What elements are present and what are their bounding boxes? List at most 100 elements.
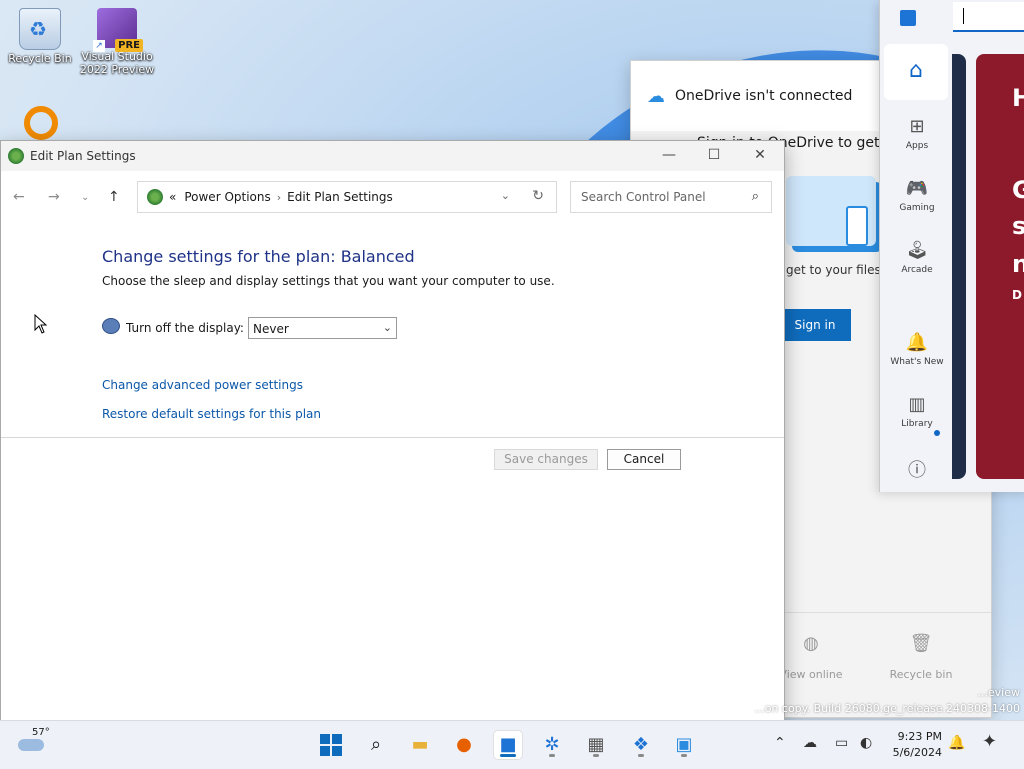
nav-library[interactable]: ▥ Library (884, 394, 950, 429)
shortcut-arrow-icon: ↗ (93, 40, 105, 52)
nav-label: What's New (890, 357, 944, 367)
back-button[interactable]: ← (13, 189, 25, 205)
close-button[interactable]: ✕ (737, 141, 783, 171)
breadcrumb-edit-plan-settings[interactable]: Edit Plan Settings (287, 190, 393, 204)
maximize-button[interactable]: ☐ (691, 141, 737, 171)
folder-icon: ▬ (411, 734, 429, 755)
nav-arcade[interactable]: 🕹 Arcade (884, 240, 950, 275)
window-title: Edit Plan Settings (30, 149, 136, 163)
notification-bell-icon[interactable]: 🔔 (948, 735, 965, 751)
address-bar[interactable]: « Power Options › Edit Plan Settings ⌄ ↻ (137, 181, 557, 213)
minimize-button[interactable]: — (646, 141, 692, 171)
calculator-button[interactable]: ▦ (582, 731, 610, 759)
search-box[interactable]: ⌕ (570, 181, 772, 213)
trash-icon: 🗑 (909, 633, 933, 654)
show-hidden-icons-button[interactable]: ⌃ (774, 735, 786, 751)
edit-plan-settings-window: Edit Plan Settings — ☐ ✕ ← → ⌄ ↑ « Power… (0, 140, 785, 722)
hero-text: G (1012, 176, 1024, 204)
advanced-power-settings-link[interactable]: Change advanced power settings (102, 378, 303, 392)
refresh-icon[interactable]: ↻ (532, 188, 544, 204)
chevron-down-icon: ⌄ (382, 321, 392, 334)
start-button[interactable] (317, 731, 345, 759)
search-button[interactable]: ⌕ (362, 731, 390, 759)
watermark-line-2: ...on copy. Build 26080.ge_release.24030… (754, 702, 1020, 715)
volume-icon[interactable]: ◐ (860, 735, 872, 751)
app-taskbar-button[interactable]: ✲ (538, 731, 566, 759)
search-icon: ⌕ (370, 734, 382, 755)
windows-logo-icon (320, 734, 342, 756)
store-hero-card[interactable]: H G s n D (976, 54, 1024, 479)
library-update-dot (934, 430, 940, 436)
gamepad-icon: 🎮 (905, 178, 929, 199)
sign-in-button[interactable]: Sign in (779, 309, 851, 341)
desktop-icon-label: Recycle Bin (8, 52, 72, 65)
display-timeout-value: Never (253, 322, 289, 336)
breadcrumb-power-options[interactable]: Power Options (184, 190, 270, 204)
store-taskbar-button[interactable]: ■ (494, 731, 522, 759)
search-input[interactable] (579, 182, 743, 212)
weather-temperature: 57° (32, 727, 50, 738)
cloud-icon (18, 739, 44, 751)
puzzle-icon: ✲ (544, 734, 560, 755)
pre-badge: PRE (115, 39, 143, 52)
calculator-icon: ▦ (587, 734, 605, 755)
cancel-button[interactable]: Cancel (607, 449, 681, 470)
nav-apps[interactable]: ⊞ Apps (884, 116, 950, 151)
clock-time: 9:23 PM (897, 730, 942, 743)
recycle-bin-label: Recycle bin (889, 668, 953, 681)
breadcrumb-overflow[interactable]: « (169, 190, 176, 204)
help-button[interactable]: ⓘ (884, 456, 950, 486)
store-logo-icon (900, 10, 916, 26)
home-icon: ⌂ (909, 58, 923, 83)
nav-gaming[interactable]: 🎮 Gaming (884, 178, 950, 213)
control-panel-button[interactable]: ▣ (670, 731, 698, 759)
copilot-icon[interactable]: ✦ (982, 731, 997, 752)
library-icon: ▥ (908, 394, 926, 415)
store-search-input[interactable] (953, 2, 1024, 32)
running-indicator (681, 754, 687, 757)
nav-home[interactable]: ⌂ (884, 44, 948, 100)
weather-widget[interactable]: 57° (18, 727, 50, 761)
title-bar[interactable]: Edit Plan Settings — ☐ ✕ (1, 141, 784, 171)
running-indicator (638, 754, 644, 757)
active-indicator (500, 754, 516, 757)
display-timeout-label: Turn off the display: (126, 321, 244, 335)
nav-label: Gaming (899, 203, 935, 213)
store-icon: ■ (499, 734, 517, 755)
breadcrumb-separator-icon: › (276, 190, 282, 204)
up-button[interactable]: ↑ (108, 189, 120, 205)
restore-defaults-link[interactable]: Restore default settings for this plan (102, 407, 321, 421)
recycle-bin-button[interactable]: 🗑 Recycle bin (871, 633, 971, 681)
desktop-icon-label: Visual Studio 2022 Preview (79, 50, 155, 76)
chevron-down-icon[interactable]: ⌄ (501, 189, 510, 202)
help-icon: ⓘ (908, 460, 926, 481)
app-icon-orange[interactable] (24, 106, 58, 140)
nav-label: Arcade (901, 265, 933, 275)
page-description: Choose the sleep and display settings th… (102, 274, 555, 288)
firefox-button[interactable]: ● (450, 731, 478, 759)
hero-text: D (1012, 288, 1022, 302)
nav-label: Library (901, 419, 933, 429)
bell-icon: 🔔 (905, 332, 929, 353)
save-changes-button[interactable]: Save changes (494, 449, 598, 470)
recent-locations-button[interactable]: ⌄ (81, 192, 89, 203)
forward-button[interactable]: → (48, 189, 60, 205)
display-power-icon (102, 318, 120, 334)
onedrive-tray-icon[interactable]: ☁ (803, 735, 817, 751)
network-icon[interactable]: ▭ (835, 735, 848, 751)
file-explorer-button[interactable]: ▬ (406, 731, 434, 759)
desktop-icon-recycle-bin[interactable]: ♻ Recycle Bin (2, 8, 78, 65)
nav-whats-new[interactable]: 🔔 What's New (884, 332, 950, 367)
display-timeout-select[interactable]: Never ⌄ (248, 317, 397, 339)
cube-icon: ❖ (632, 734, 650, 755)
joystick-icon: 🕹 (905, 240, 929, 261)
running-indicator (549, 754, 555, 757)
clock[interactable]: 9:23 PM 5/6/2024 (890, 729, 942, 761)
desktop-icon-visual-studio[interactable]: PRE ↗ Visual Studio 2022 Preview (79, 8, 155, 76)
search-icon[interactable]: ⌕ (752, 189, 759, 204)
firefox-icon: ● (456, 734, 472, 755)
app-taskbar-button-2[interactable]: ❖ (627, 731, 655, 759)
nav-label: Apps (905, 141, 929, 151)
control-panel-icon: ▣ (675, 734, 693, 755)
onedrive-title: OneDrive isn't connected (675, 88, 853, 104)
